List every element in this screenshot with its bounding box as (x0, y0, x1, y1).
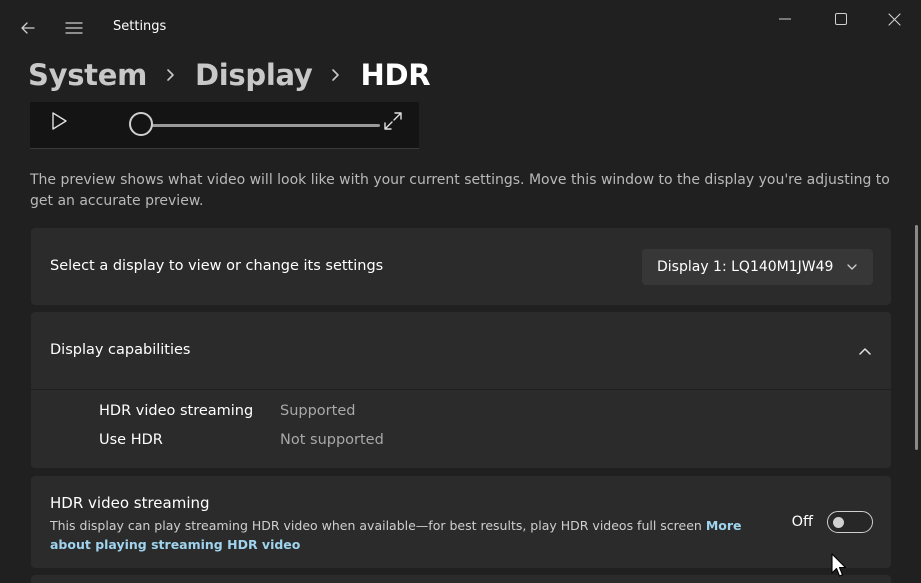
display-dropdown[interactable]: Display 1: LQ140M1JW49 (642, 249, 873, 285)
capability-value: Supported (280, 403, 356, 419)
video-preview-player (30, 102, 419, 149)
display-select-label: Select a display to view or change its s… (50, 258, 384, 274)
toggle-knob (833, 517, 844, 528)
page-title: HDR (360, 58, 431, 92)
breadcrumb: System Display HDR (28, 54, 431, 96)
capability-value: Not supported (280, 432, 384, 448)
display-dropdown-value: Display 1: LQ140M1JW49 (657, 259, 834, 275)
display-select-card: Select a display to view or change its s… (31, 228, 891, 305)
divider (31, 389, 891, 390)
hdr-streaming-description-text: This display can play streaming HDR vide… (50, 518, 702, 533)
hamburger-menu-icon[interactable] (60, 14, 88, 42)
minimize-icon[interactable] (771, 6, 799, 32)
preview-note: The preview shows what video will look l… (30, 172, 890, 209)
hdr-streaming-card: HDR video streaming This display can pla… (31, 476, 891, 568)
capability-row: HDR video streaming Supported (99, 403, 355, 419)
hdr-streaming-title: HDR video streaming (50, 494, 210, 512)
scrollbar-thumb[interactable] (915, 225, 918, 450)
close-icon[interactable] (880, 6, 908, 32)
capabilities-header[interactable]: Display capabilities (50, 342, 190, 358)
breadcrumb-item-display[interactable]: Display (195, 58, 313, 92)
play-icon[interactable] (48, 110, 70, 132)
breadcrumb-chevron-icon (165, 63, 177, 87)
display-capabilities-card: Display capabilities HDR video streaming… (31, 312, 891, 468)
capability-name: HDR video streaming (99, 403, 254, 419)
mouse-cursor-icon (830, 553, 848, 579)
settings-window: Settings System Display HDR The preview … (0, 0, 921, 583)
capability-row: Use HDR Not supported (99, 432, 384, 448)
breadcrumb-item-system[interactable]: System (28, 58, 147, 92)
seek-thumb[interactable] (129, 112, 153, 136)
seek-track[interactable] (142, 124, 380, 127)
app-title: Settings (113, 19, 167, 34)
breadcrumb-chevron-icon (330, 63, 342, 87)
title-bar: Settings (0, 0, 921, 56)
chevron-up-icon[interactable] (857, 343, 873, 359)
back-arrow-icon[interactable] (14, 14, 42, 42)
expand-icon[interactable] (382, 110, 404, 132)
hdr-streaming-toggle[interactable] (827, 511, 873, 533)
capability-name: Use HDR (99, 432, 163, 448)
maximize-icon[interactable] (827, 6, 855, 32)
next-card (31, 575, 891, 583)
hdr-streaming-description: This display can play streaming HDR vide… (50, 516, 750, 554)
toggle-state-label: Off (791, 514, 813, 530)
chevron-down-icon (845, 260, 859, 274)
